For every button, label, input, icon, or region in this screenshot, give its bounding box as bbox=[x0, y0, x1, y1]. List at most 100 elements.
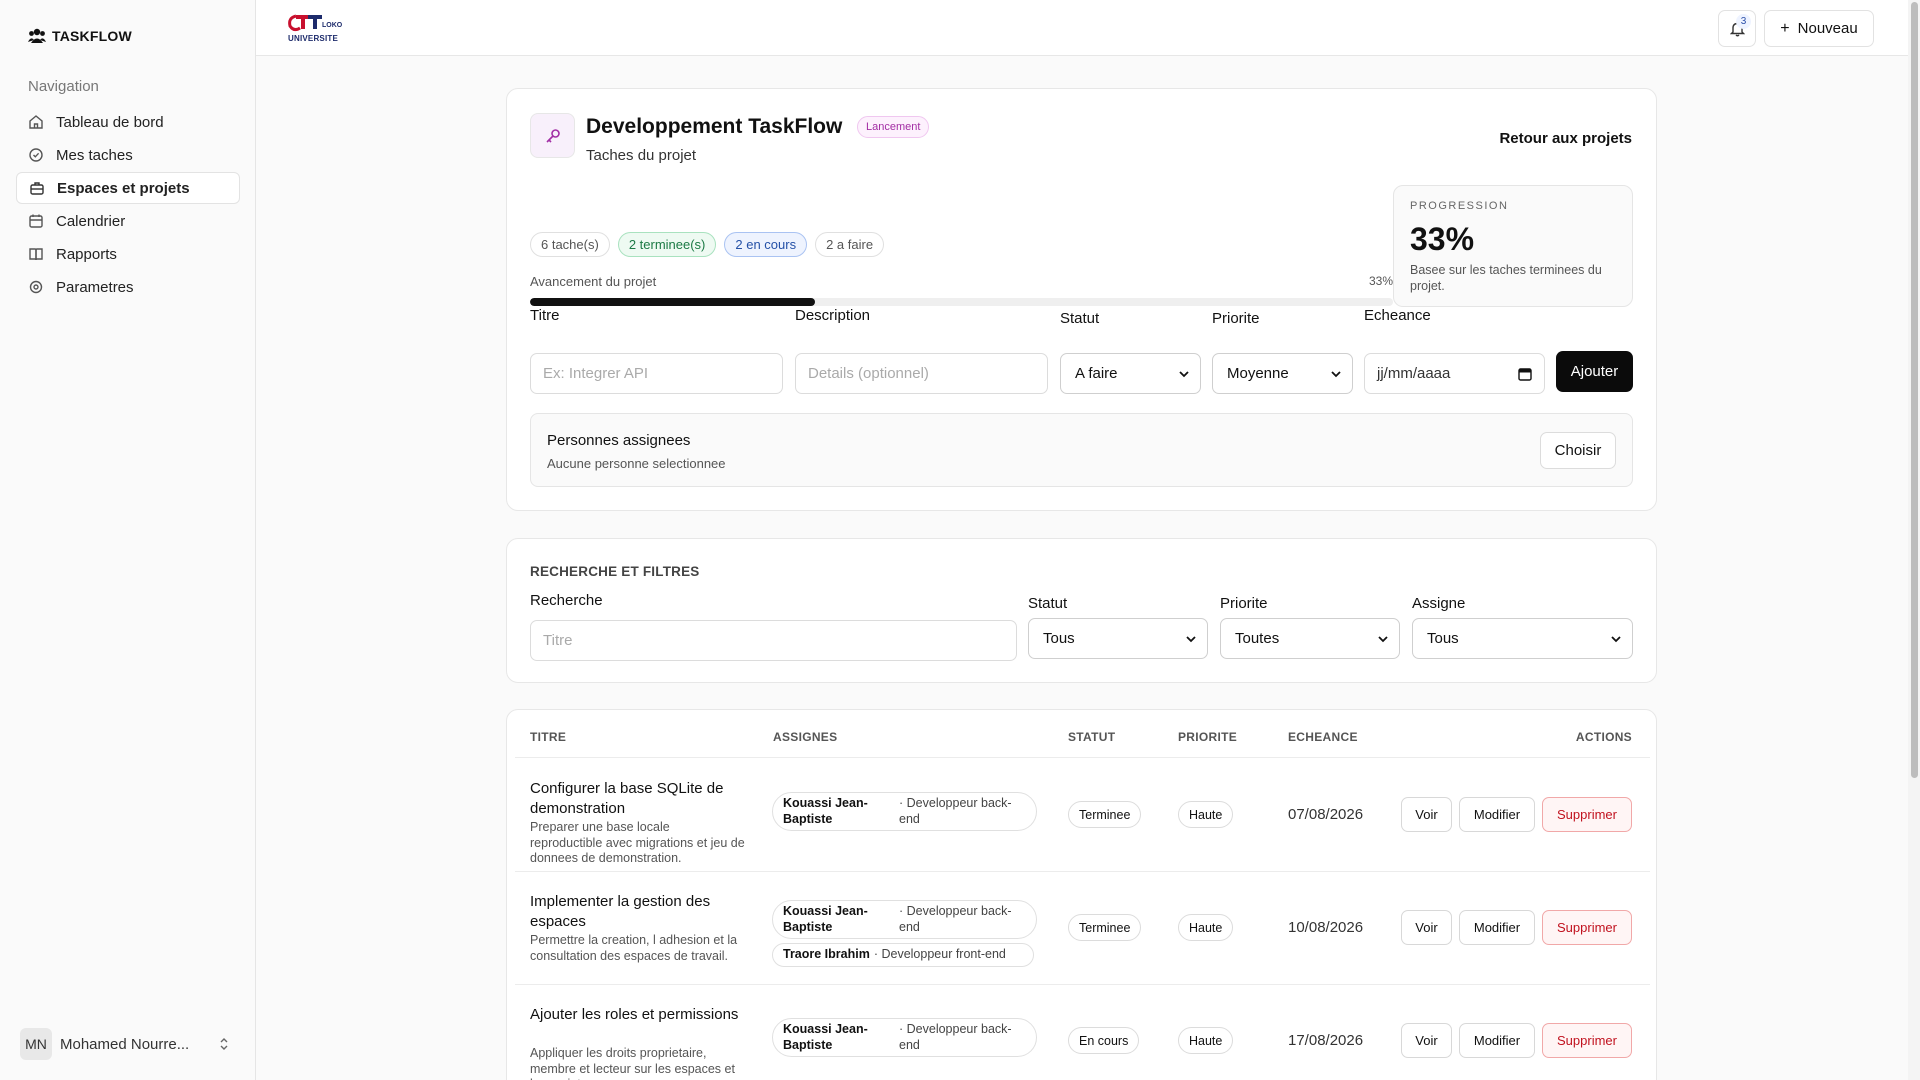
edit-task-button[interactable]: Modifier bbox=[1459, 910, 1535, 945]
task-description: Appliquer les droits proprietaire, membr… bbox=[530, 1046, 735, 1080]
back-to-projects-link[interactable]: Retour aux projets bbox=[1499, 130, 1632, 147]
task-title-label: Titre bbox=[530, 307, 560, 324]
task-description-label: Description bbox=[795, 307, 871, 324]
task-assignees: Kouassi Jean-Baptiste · Developpeur back… bbox=[772, 900, 1037, 967]
chip-done-tasks: 2 terminee(s) bbox=[617, 232, 717, 257]
task-assignees: Kouassi Jean-Baptiste · Developpeur back… bbox=[772, 792, 1037, 832]
assignee-filter-select[interactable]: Tous bbox=[1412, 618, 1633, 659]
task-priority-label: Priorite bbox=[1212, 310, 1260, 327]
sidebar-item-calendar[interactable]: Calendrier bbox=[16, 205, 240, 237]
task-count-chips: 6 tache(s) 2 terminee(s) 2 en cours 2 a … bbox=[530, 232, 885, 257]
table-row: Ajouter les roles et permissions Appliqu… bbox=[507, 984, 1656, 1080]
column-header-priority: PRIORITE bbox=[1178, 730, 1238, 744]
column-header-title: TITRE bbox=[530, 730, 567, 744]
choose-assignees-button[interactable]: Choisir bbox=[1540, 432, 1616, 469]
nav-list: Tableau de bord Mes taches Espaces et pr… bbox=[16, 106, 240, 304]
sidebar-item-label: Tableau de bord bbox=[56, 113, 164, 131]
priority-filter-select[interactable]: Toutes bbox=[1220, 618, 1400, 659]
project-icon-box bbox=[530, 113, 575, 158]
assignees-title: Personnes assignees bbox=[547, 432, 691, 449]
sidebar-item-label: Parametres bbox=[56, 278, 134, 296]
view-task-button[interactable]: Voir bbox=[1401, 910, 1452, 945]
new-button-label: Nouveau bbox=[1797, 20, 1858, 37]
task-description-input[interactable]: Details (optionnel) bbox=[795, 353, 1048, 394]
sidebar: TASKFLOW Navigation Tableau de bord Mes … bbox=[0, 0, 256, 1080]
settings-icon bbox=[29, 280, 43, 294]
notification-count-badge: 3 bbox=[1736, 14, 1751, 29]
view-task-button[interactable]: Voir bbox=[1401, 797, 1452, 832]
task-due-date: 10/08/2026 bbox=[1288, 919, 1364, 936]
assignee-role: · Developpeur back-end bbox=[899, 904, 1012, 934]
column-header-assignees: ASSIGNES bbox=[773, 730, 838, 744]
avatar: MN bbox=[20, 1028, 52, 1060]
edit-task-button[interactable]: Modifier bbox=[1459, 797, 1535, 832]
delete-task-button[interactable]: Supprimer bbox=[1542, 910, 1632, 945]
sidebar-item-reports[interactable]: Rapports bbox=[16, 238, 240, 270]
user-menu[interactable]: MN Mohamed Nourre... bbox=[20, 1028, 230, 1060]
progress-box-value: 33% bbox=[1410, 221, 1475, 257]
task-title-input[interactable]: Ex: Integrer API bbox=[530, 353, 783, 394]
brand[interactable]: TASKFLOW bbox=[28, 28, 132, 44]
add-task-button[interactable]: Ajouter bbox=[1556, 351, 1633, 392]
task-priority-value: Moyenne bbox=[1227, 365, 1289, 382]
view-task-button[interactable]: Voir bbox=[1401, 1023, 1452, 1058]
task-status-pill: Terminee bbox=[1068, 801, 1142, 828]
task-priority-select[interactable]: Moyenne bbox=[1212, 353, 1353, 394]
sidebar-item-spaces-projects[interactable]: Espaces et projets bbox=[16, 172, 240, 204]
task-status-value: A faire bbox=[1075, 365, 1118, 382]
task-status-select[interactable]: A faire bbox=[1060, 353, 1201, 394]
task-due-input[interactable]: jj/mm/aaaa bbox=[1364, 353, 1545, 394]
search-label: Recherche bbox=[530, 592, 603, 609]
scrollbar-thumb[interactable] bbox=[1911, 2, 1918, 778]
user-name: Mohamed Nourre... bbox=[60, 1035, 190, 1053]
task-title[interactable]: Configurer la base SQLite de demonstrati… bbox=[530, 779, 740, 818]
calendar-icon bbox=[29, 214, 43, 228]
status-filter-select[interactable]: Tous bbox=[1028, 618, 1208, 659]
briefcase-icon bbox=[30, 182, 44, 195]
assignee-chip: Kouassi Jean-Baptiste · Developpeur back… bbox=[772, 1018, 1037, 1058]
brand-name: TASKFLOW bbox=[52, 28, 132, 44]
scrollbar[interactable] bbox=[1908, 0, 1920, 1080]
task-title[interactable]: Ajouter les roles et permissions bbox=[530, 1005, 740, 1025]
assignees-box: Personnes assignees Aucune personne sele… bbox=[530, 413, 1633, 487]
delete-task-button[interactable]: Supprimer bbox=[1542, 1023, 1632, 1058]
assignee-role: · Developpeur back-end bbox=[899, 796, 1012, 826]
notifications-button[interactable]: 3 bbox=[1718, 10, 1756, 47]
status-filter-value: Tous bbox=[1043, 630, 1075, 647]
table-row: Configurer la base SQLite de demonstrati… bbox=[507, 758, 1656, 871]
progress-bar-fill bbox=[530, 298, 815, 306]
priority-filter-label: Priorite bbox=[1220, 595, 1268, 612]
nav-heading: Navigation bbox=[28, 78, 99, 95]
assignee-name: Kouassi Jean-Baptiste bbox=[783, 904, 868, 934]
home-icon bbox=[29, 115, 43, 129]
assignee-chip: Kouassi Jean-Baptiste · Developpeur back… bbox=[772, 900, 1037, 940]
project-title: Developpement TaskFlow bbox=[586, 115, 843, 138]
column-header-status: STATUT bbox=[1068, 730, 1116, 744]
topbar: LOKO UNIVERSITE 3 + Nouveau bbox=[256, 0, 1908, 56]
assignee-role: · Developpeur front-end bbox=[873, 947, 1006, 962]
filters-card: RECHERCHE ET FILTRES Recherche Titre Sta… bbox=[506, 538, 1657, 683]
logo-text-loko: LOKO bbox=[322, 22, 343, 29]
assignee-filter-label: Assigne bbox=[1412, 595, 1466, 612]
sidebar-item-dashboard[interactable]: Tableau de bord bbox=[16, 106, 240, 138]
status-filter-label: Statut bbox=[1028, 595, 1068, 612]
team-icon bbox=[28, 28, 46, 43]
progress-percent: 33% bbox=[1368, 274, 1393, 288]
task-status-pill: Terminee bbox=[1068, 914, 1142, 941]
sidebar-item-label: Espaces et projets bbox=[57, 179, 190, 197]
assignee-role: · Developpeur back-end bbox=[899, 1022, 1012, 1052]
logo-text-universite: UNIVERSITE bbox=[288, 34, 339, 43]
book-icon bbox=[29, 248, 43, 261]
assignee-name: Kouassi Jean-Baptiste bbox=[783, 796, 868, 826]
sidebar-item-settings[interactable]: Parametres bbox=[16, 271, 240, 303]
search-input[interactable]: Titre bbox=[530, 620, 1017, 661]
edit-task-button[interactable]: Modifier bbox=[1459, 1023, 1535, 1058]
task-priority-pill: Haute bbox=[1178, 801, 1234, 828]
task-title[interactable]: Implementer la gestion des espaces bbox=[530, 892, 740, 931]
task-priority-pill: Haute bbox=[1178, 1027, 1234, 1054]
new-button[interactable]: + Nouveau bbox=[1764, 10, 1874, 47]
delete-task-button[interactable]: Supprimer bbox=[1542, 797, 1632, 832]
sidebar-item-my-tasks[interactable]: Mes taches bbox=[16, 139, 240, 171]
assignee-name: Traore Ibrahim bbox=[783, 947, 870, 962]
task-description: Permettre la creation, l adhesion et la … bbox=[530, 933, 738, 963]
